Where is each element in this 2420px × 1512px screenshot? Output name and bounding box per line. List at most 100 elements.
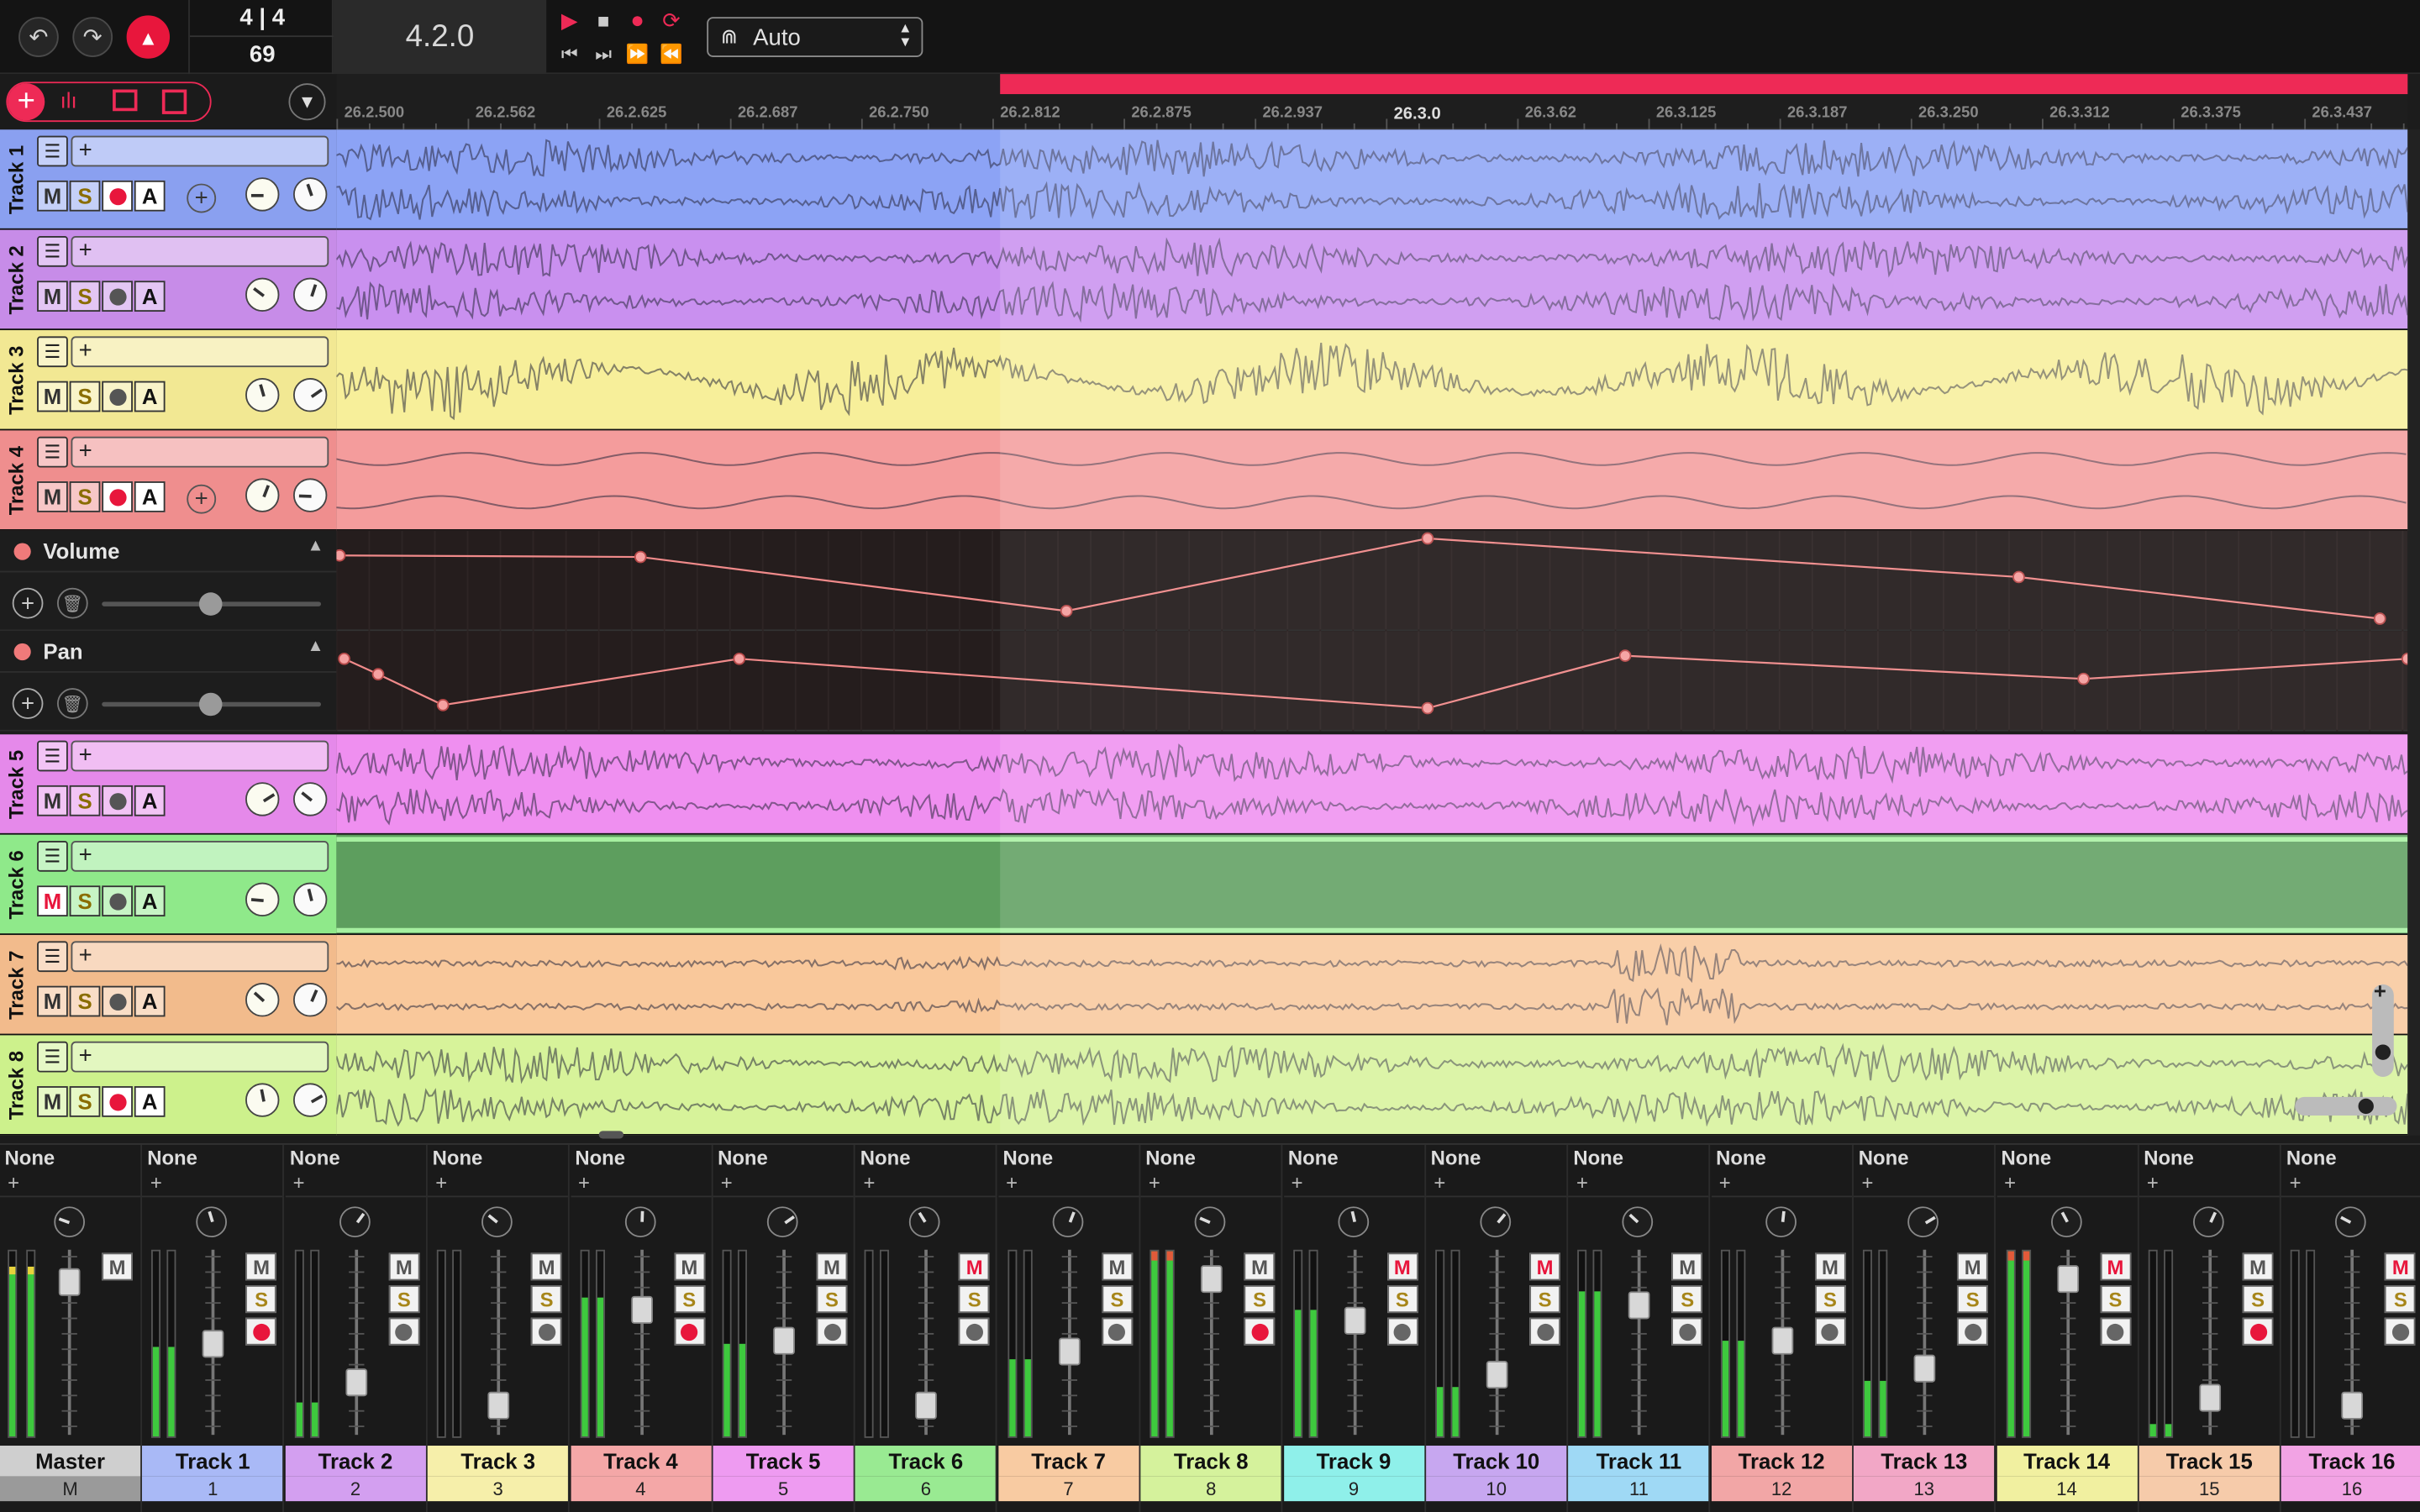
volume-fader[interactable] <box>915 1391 938 1420</box>
pan-knob[interactable] <box>1623 1206 1654 1238</box>
insert-slot[interactable]: + <box>71 941 329 973</box>
solo-button[interactable]: S <box>245 1285 277 1314</box>
track-lane[interactable] <box>336 1035 2408 1136</box>
add-send-icon[interactable]: + <box>578 1171 590 1194</box>
solo-button[interactable]: S <box>1244 1285 1276 1314</box>
loop-region[interactable] <box>1000 74 2408 95</box>
mute-button[interactable]: M <box>531 1252 562 1281</box>
strip-name[interactable]: Master <box>0 1446 141 1477</box>
add-send-icon[interactable]: + <box>293 1171 305 1194</box>
pan-knob[interactable] <box>1907 1206 1939 1238</box>
add-send-icon[interactable]: + <box>1861 1171 1873 1194</box>
add-send-icon[interactable]: + <box>863 1171 875 1194</box>
mute-button[interactable]: M <box>816 1252 848 1281</box>
strip-name[interactable]: Track 3 <box>428 1446 569 1477</box>
add-send-icon[interactable]: + <box>2147 1171 2159 1194</box>
automation-button[interactable]: A <box>134 381 166 412</box>
strip-name[interactable]: Track 7 <box>997 1446 1139 1477</box>
fast-forward-icon[interactable]: ⏩ <box>622 40 653 68</box>
mute-button[interactable]: M <box>1814 1252 1846 1281</box>
automation-button[interactable]: A <box>134 1086 166 1117</box>
insert-slot[interactable]: + <box>71 1041 329 1073</box>
zoom-handle[interactable] <box>2358 1098 2374 1115</box>
solo-button[interactable]: S <box>959 1285 991 1314</box>
fx-settings-icon[interactable]: ☰ <box>37 1041 68 1073</box>
pan-knob[interactable] <box>292 378 328 412</box>
record-arm-button[interactable] <box>388 1317 420 1346</box>
solo-button[interactable]: S <box>2242 1285 2274 1314</box>
solo-button[interactable]: S <box>1671 1285 1703 1314</box>
mute-button[interactable]: M <box>1671 1252 1703 1281</box>
mute-button[interactable]: M <box>102 1252 133 1281</box>
skip-end-icon[interactable]: ⏭ <box>588 40 619 68</box>
chevron-up-icon[interactable]: ▲ <box>308 638 324 656</box>
send-select[interactable]: None <box>1716 1147 1766 1170</box>
add-point-icon[interactable]: + <box>12 688 44 719</box>
pan-knob[interactable] <box>1765 1206 1797 1238</box>
record-arm-button[interactable] <box>673 1317 705 1346</box>
solo-button[interactable]: S <box>69 985 101 1017</box>
slider-thumb[interactable] <box>198 592 223 616</box>
track-lane[interactable] <box>336 834 2408 936</box>
solo-button[interactable]: S <box>69 785 101 816</box>
automation-point[interactable] <box>333 549 346 562</box>
solo-button[interactable]: S <box>816 1285 848 1314</box>
track-lane[interactable] <box>336 229 2408 331</box>
pan-knob[interactable] <box>2335 1206 2367 1238</box>
record-arm-button[interactable] <box>1671 1317 1703 1346</box>
mute-button[interactable]: M <box>37 381 68 412</box>
volume-knob[interactable] <box>245 983 280 1017</box>
insert-slot[interactable]: + <box>71 336 329 368</box>
solo-button[interactable]: S <box>1529 1285 1560 1314</box>
track-lane[interactable] <box>336 935 2408 1036</box>
fx-settings-icon[interactable]: ☰ <box>37 740 68 772</box>
volume-knob[interactable] <box>245 1083 280 1117</box>
record-arm-button[interactable] <box>1102 1317 1133 1346</box>
volume-fader[interactable] <box>2056 1265 2079 1294</box>
record-arm-button[interactable] <box>1244 1317 1276 1346</box>
strip-name[interactable]: Track 6 <box>855 1446 997 1477</box>
record-arm-button[interactable] <box>816 1317 848 1346</box>
automation-point[interactable] <box>338 652 350 665</box>
horizontal-zoom[interactable] <box>2295 1096 2397 1116</box>
automation-button[interactable]: A <box>134 885 166 917</box>
audio-wave-icon[interactable]: ılı <box>60 88 77 113</box>
volume-automation-lane[interactable] <box>333 530 2408 632</box>
volume-fader[interactable] <box>1058 1337 1081 1366</box>
send-select[interactable]: None <box>1431 1147 1481 1170</box>
record-arm-button[interactable] <box>959 1317 991 1346</box>
mute-button[interactable]: M <box>1244 1252 1276 1281</box>
stop-icon[interactable]: ■ <box>588 6 619 34</box>
volume-knob[interactable] <box>245 882 280 917</box>
mute-button[interactable]: M <box>37 281 68 312</box>
record-arm-button[interactable] <box>2242 1317 2274 1346</box>
strip-name[interactable]: Track 10 <box>1426 1446 1567 1477</box>
solo-button[interactable]: S <box>69 381 101 412</box>
volume-fader[interactable] <box>345 1368 367 1397</box>
undo-icon[interactable]: ↶ <box>18 17 59 57</box>
strip-name[interactable]: Track 14 <box>1996 1446 2138 1477</box>
slider-thumb[interactable] <box>198 692 223 717</box>
pan-knob[interactable] <box>292 177 328 212</box>
track-lane[interactable] <box>336 734 2408 835</box>
strip-name[interactable]: Track 8 <box>1140 1446 1281 1477</box>
volume-fader[interactable] <box>203 1330 225 1358</box>
pan-knob[interactable] <box>339 1206 371 1238</box>
pan-knob[interactable] <box>1480 1206 1512 1238</box>
insert-slot[interactable]: + <box>71 841 329 872</box>
record-arm-button[interactable] <box>102 1086 133 1117</box>
strip-name[interactable]: Track 4 <box>570 1446 711 1477</box>
volume-knob[interactable] <box>245 478 280 512</box>
mute-button[interactable]: M <box>1529 1252 1560 1281</box>
pan-knob[interactable] <box>292 983 328 1017</box>
mute-button[interactable]: M <box>245 1252 277 1281</box>
time-signature-box[interactable]: 4 | 4 69 <box>188 0 335 75</box>
strip-name[interactable]: Track 9 <box>1283 1446 1424 1477</box>
record-arm-button[interactable] <box>2100 1317 2131 1346</box>
mute-button[interactable]: M <box>37 180 68 212</box>
send-select[interactable]: None <box>147 1147 197 1170</box>
mute-button[interactable]: M <box>1102 1252 1133 1281</box>
record-icon[interactable]: ● <box>622 6 653 34</box>
solo-button[interactable]: S <box>531 1285 562 1314</box>
add-send-icon[interactable]: + <box>8 1171 19 1194</box>
